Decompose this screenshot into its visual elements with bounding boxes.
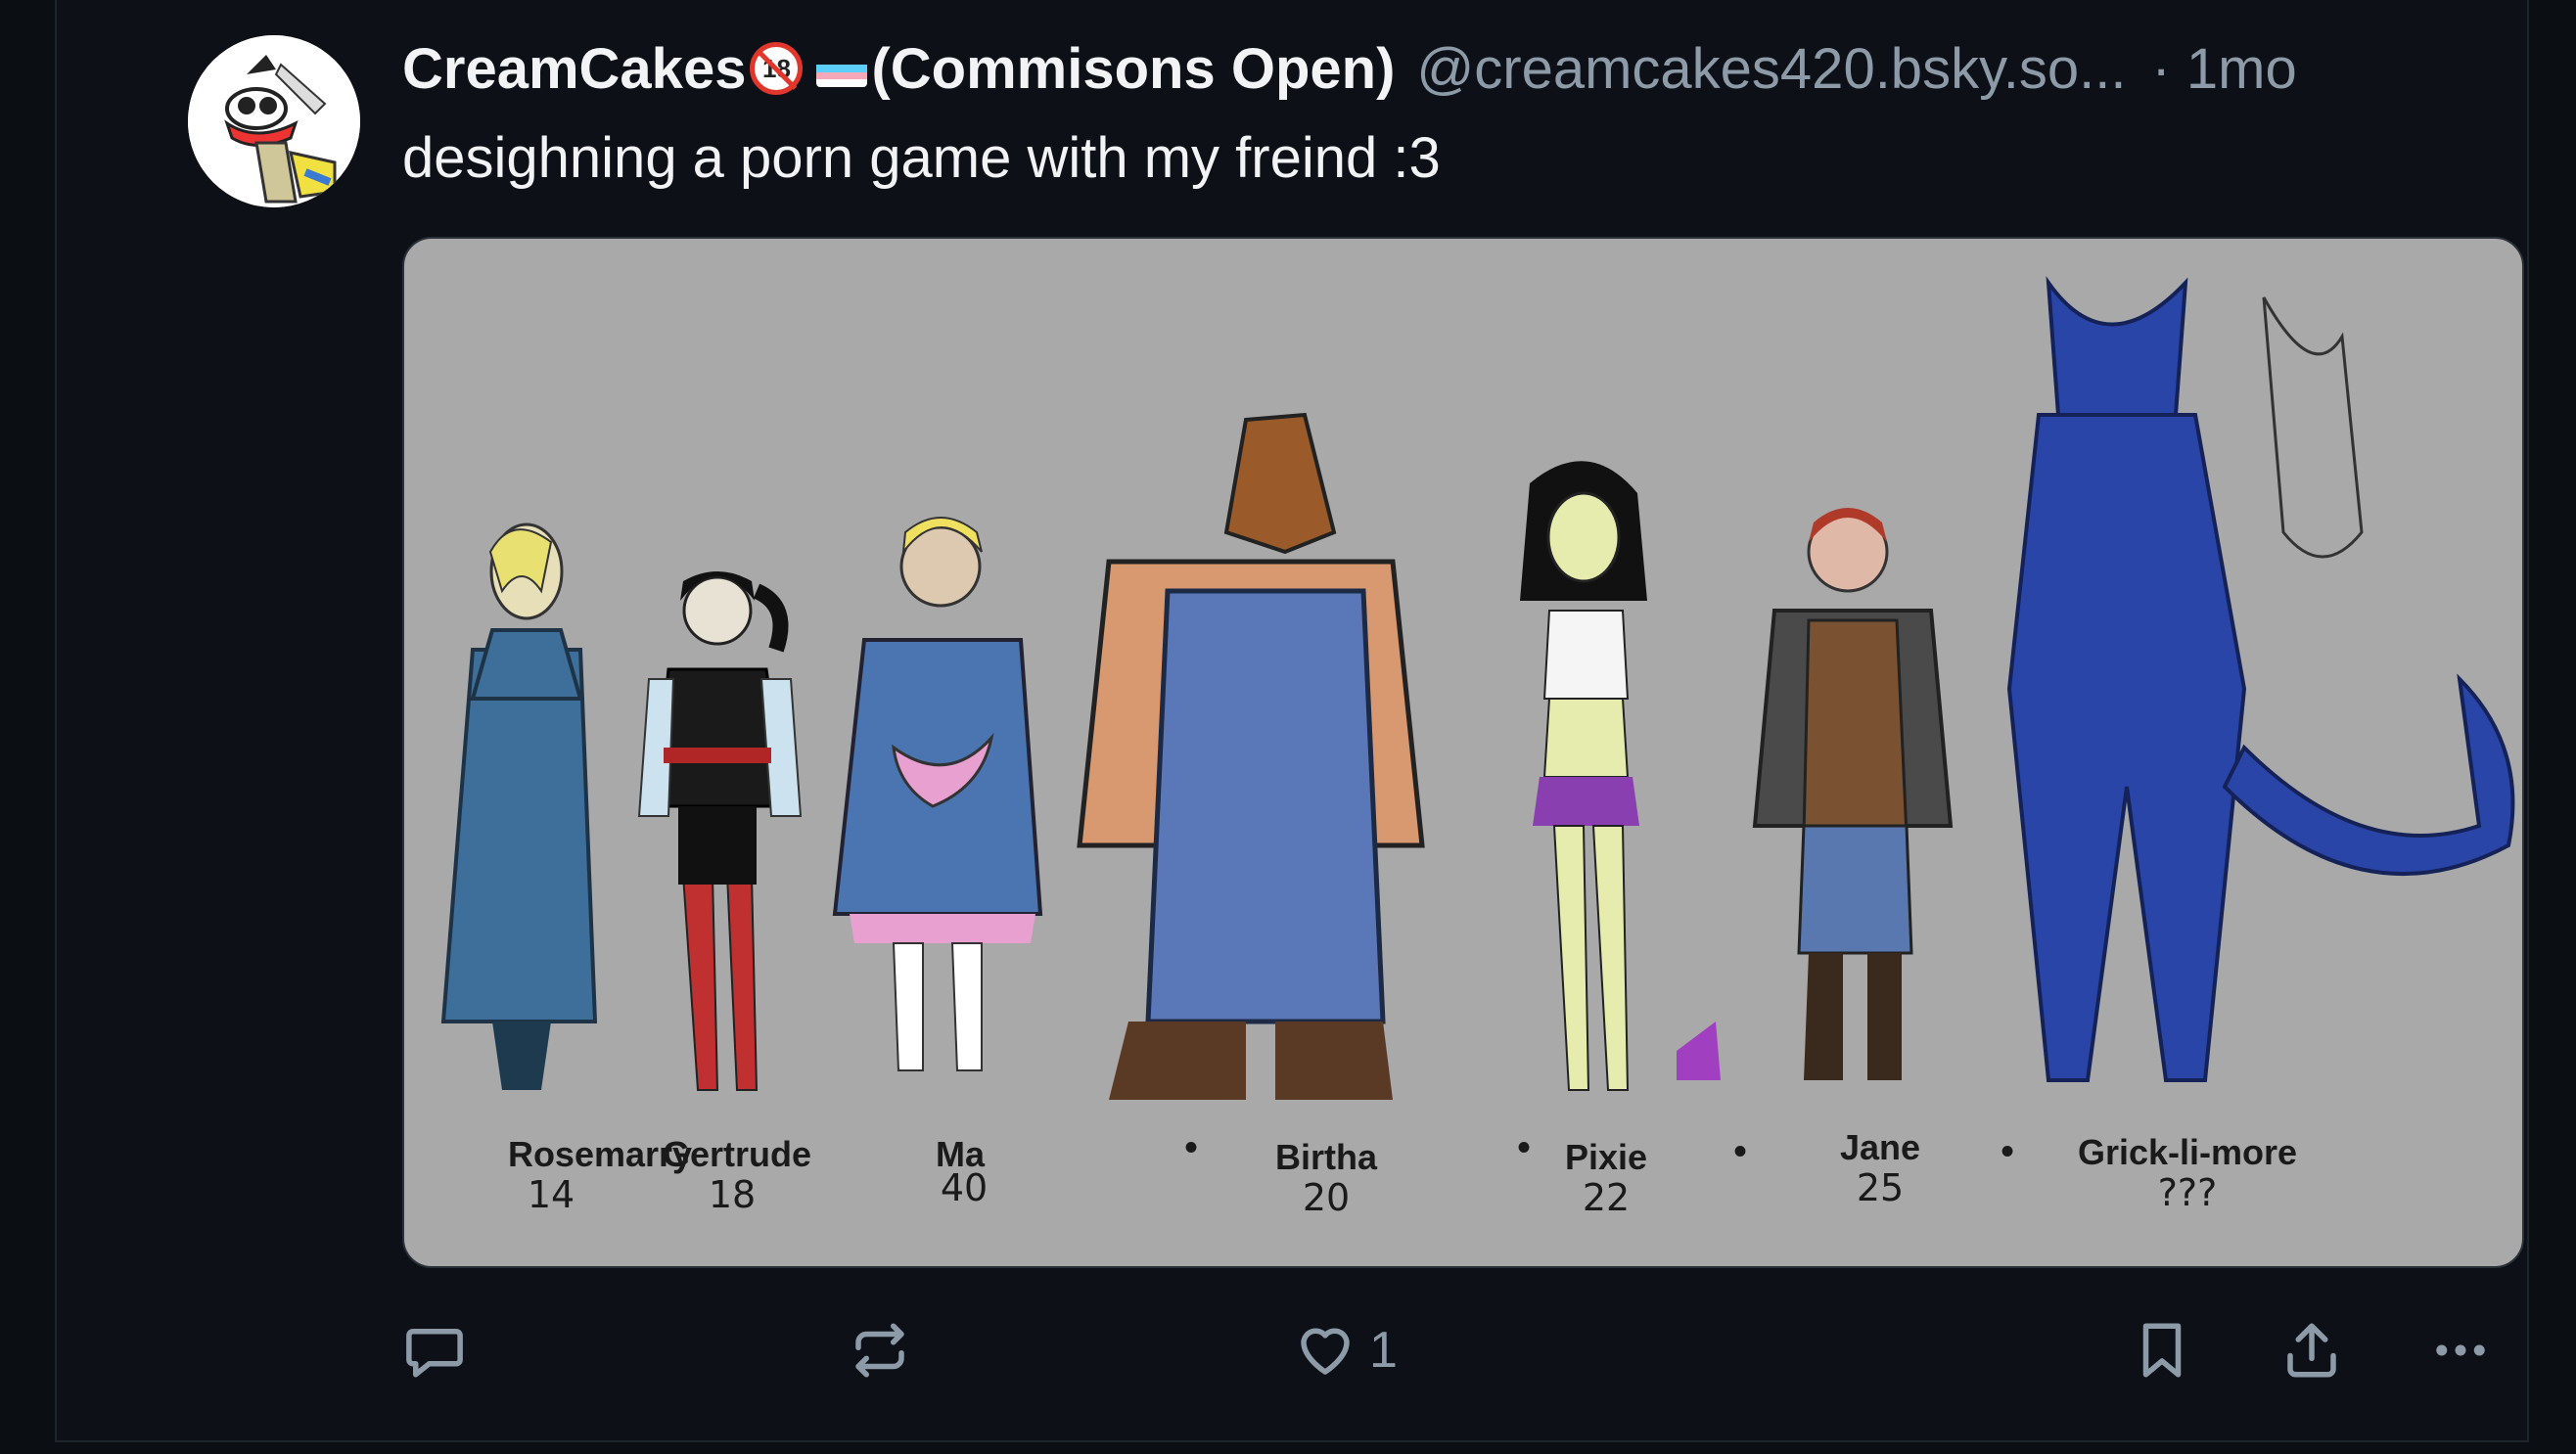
character-name-label: Jane: [1839, 1127, 1921, 1167]
more-icon: [2436, 1344, 2485, 1356]
character-grick-li-more-figure: [2006, 275, 2515, 1082]
trans-flag-icon: [816, 50, 868, 87]
author-avatar[interactable]: [188, 35, 360, 207]
character-age-label: 25: [1856, 1166, 1905, 1209]
author-handle[interactable]: @creamcakes420.bsky.so...: [1416, 36, 2126, 102]
avatar-drawing: [188, 35, 360, 207]
character-jane-figure: [1752, 508, 1954, 1080]
character-lineup-illustration: [440, 275, 2515, 1100]
character-pixie-figure: [1520, 461, 1721, 1091]
post-timestamp[interactable]: · 1mo: [2151, 36, 2296, 102]
like-button[interactable]: 1: [1293, 1311, 1398, 1389]
character-name-label: Grick-li-more: [2077, 1132, 2298, 1172]
bookmark-button[interactable]: [2130, 1311, 2194, 1389]
character-age-label: 40: [940, 1166, 989, 1209]
no-under-18-icon: 18: [750, 42, 804, 95]
share-icon: [2287, 1323, 2336, 1378]
character-name-label: Gertrude: [662, 1134, 812, 1174]
character-birtha-figure: [1077, 412, 1425, 1100]
more-options-button[interactable]: [2428, 1311, 2493, 1389]
author-tag[interactable]: (Commisons Open): [871, 36, 1395, 102]
character-name-label: Birtha: [1274, 1137, 1378, 1177]
post-card[interactable]: CreamCakes 18 (Commisons Open) @creamcak…: [55, 0, 2529, 1442]
repost-button[interactable]: [848, 1311, 912, 1389]
post-header: CreamCakes 18 (Commisons Open) @creamcak…: [402, 29, 2297, 108]
repost-icon: [855, 1323, 904, 1378]
character-gertrude-figure: [637, 571, 803, 1091]
character-rosemarry-figure: [440, 523, 598, 1090]
separator-dot: •: [2001, 1131, 2014, 1172]
character-age-label: 22: [1582, 1176, 1631, 1219]
separator-dot: •: [1733, 1131, 1747, 1172]
author-name[interactable]: CreamCakes: [402, 36, 746, 102]
like-count: 1: [1369, 1322, 1398, 1379]
reply-button[interactable]: [402, 1311, 467, 1389]
character-age-label: ???: [2157, 1171, 2218, 1214]
share-button[interactable]: [2279, 1311, 2344, 1389]
character-age-label: 20: [1302, 1176, 1351, 1219]
post-image[interactable]: Rosemarry 14 Gertrude 18 Ma 40 Birtha 20…: [402, 237, 2524, 1268]
character-age-label: 18: [708, 1173, 757, 1216]
post-text: desighning a porn game with my freind :3: [402, 126, 1441, 190]
separator-dot: •: [1517, 1127, 1531, 1168]
character-ma-figure: [832, 517, 1043, 1071]
heart-icon: [1301, 1328, 1350, 1375]
post-actions: 1: [402, 1311, 2520, 1389]
character-age-label: 14: [527, 1173, 575, 1216]
separator-dot: •: [1184, 1127, 1198, 1168]
bookmark-icon: [2142, 1323, 2182, 1378]
reply-icon: [406, 1329, 463, 1378]
character-name-label: Pixie: [1564, 1137, 1648, 1177]
